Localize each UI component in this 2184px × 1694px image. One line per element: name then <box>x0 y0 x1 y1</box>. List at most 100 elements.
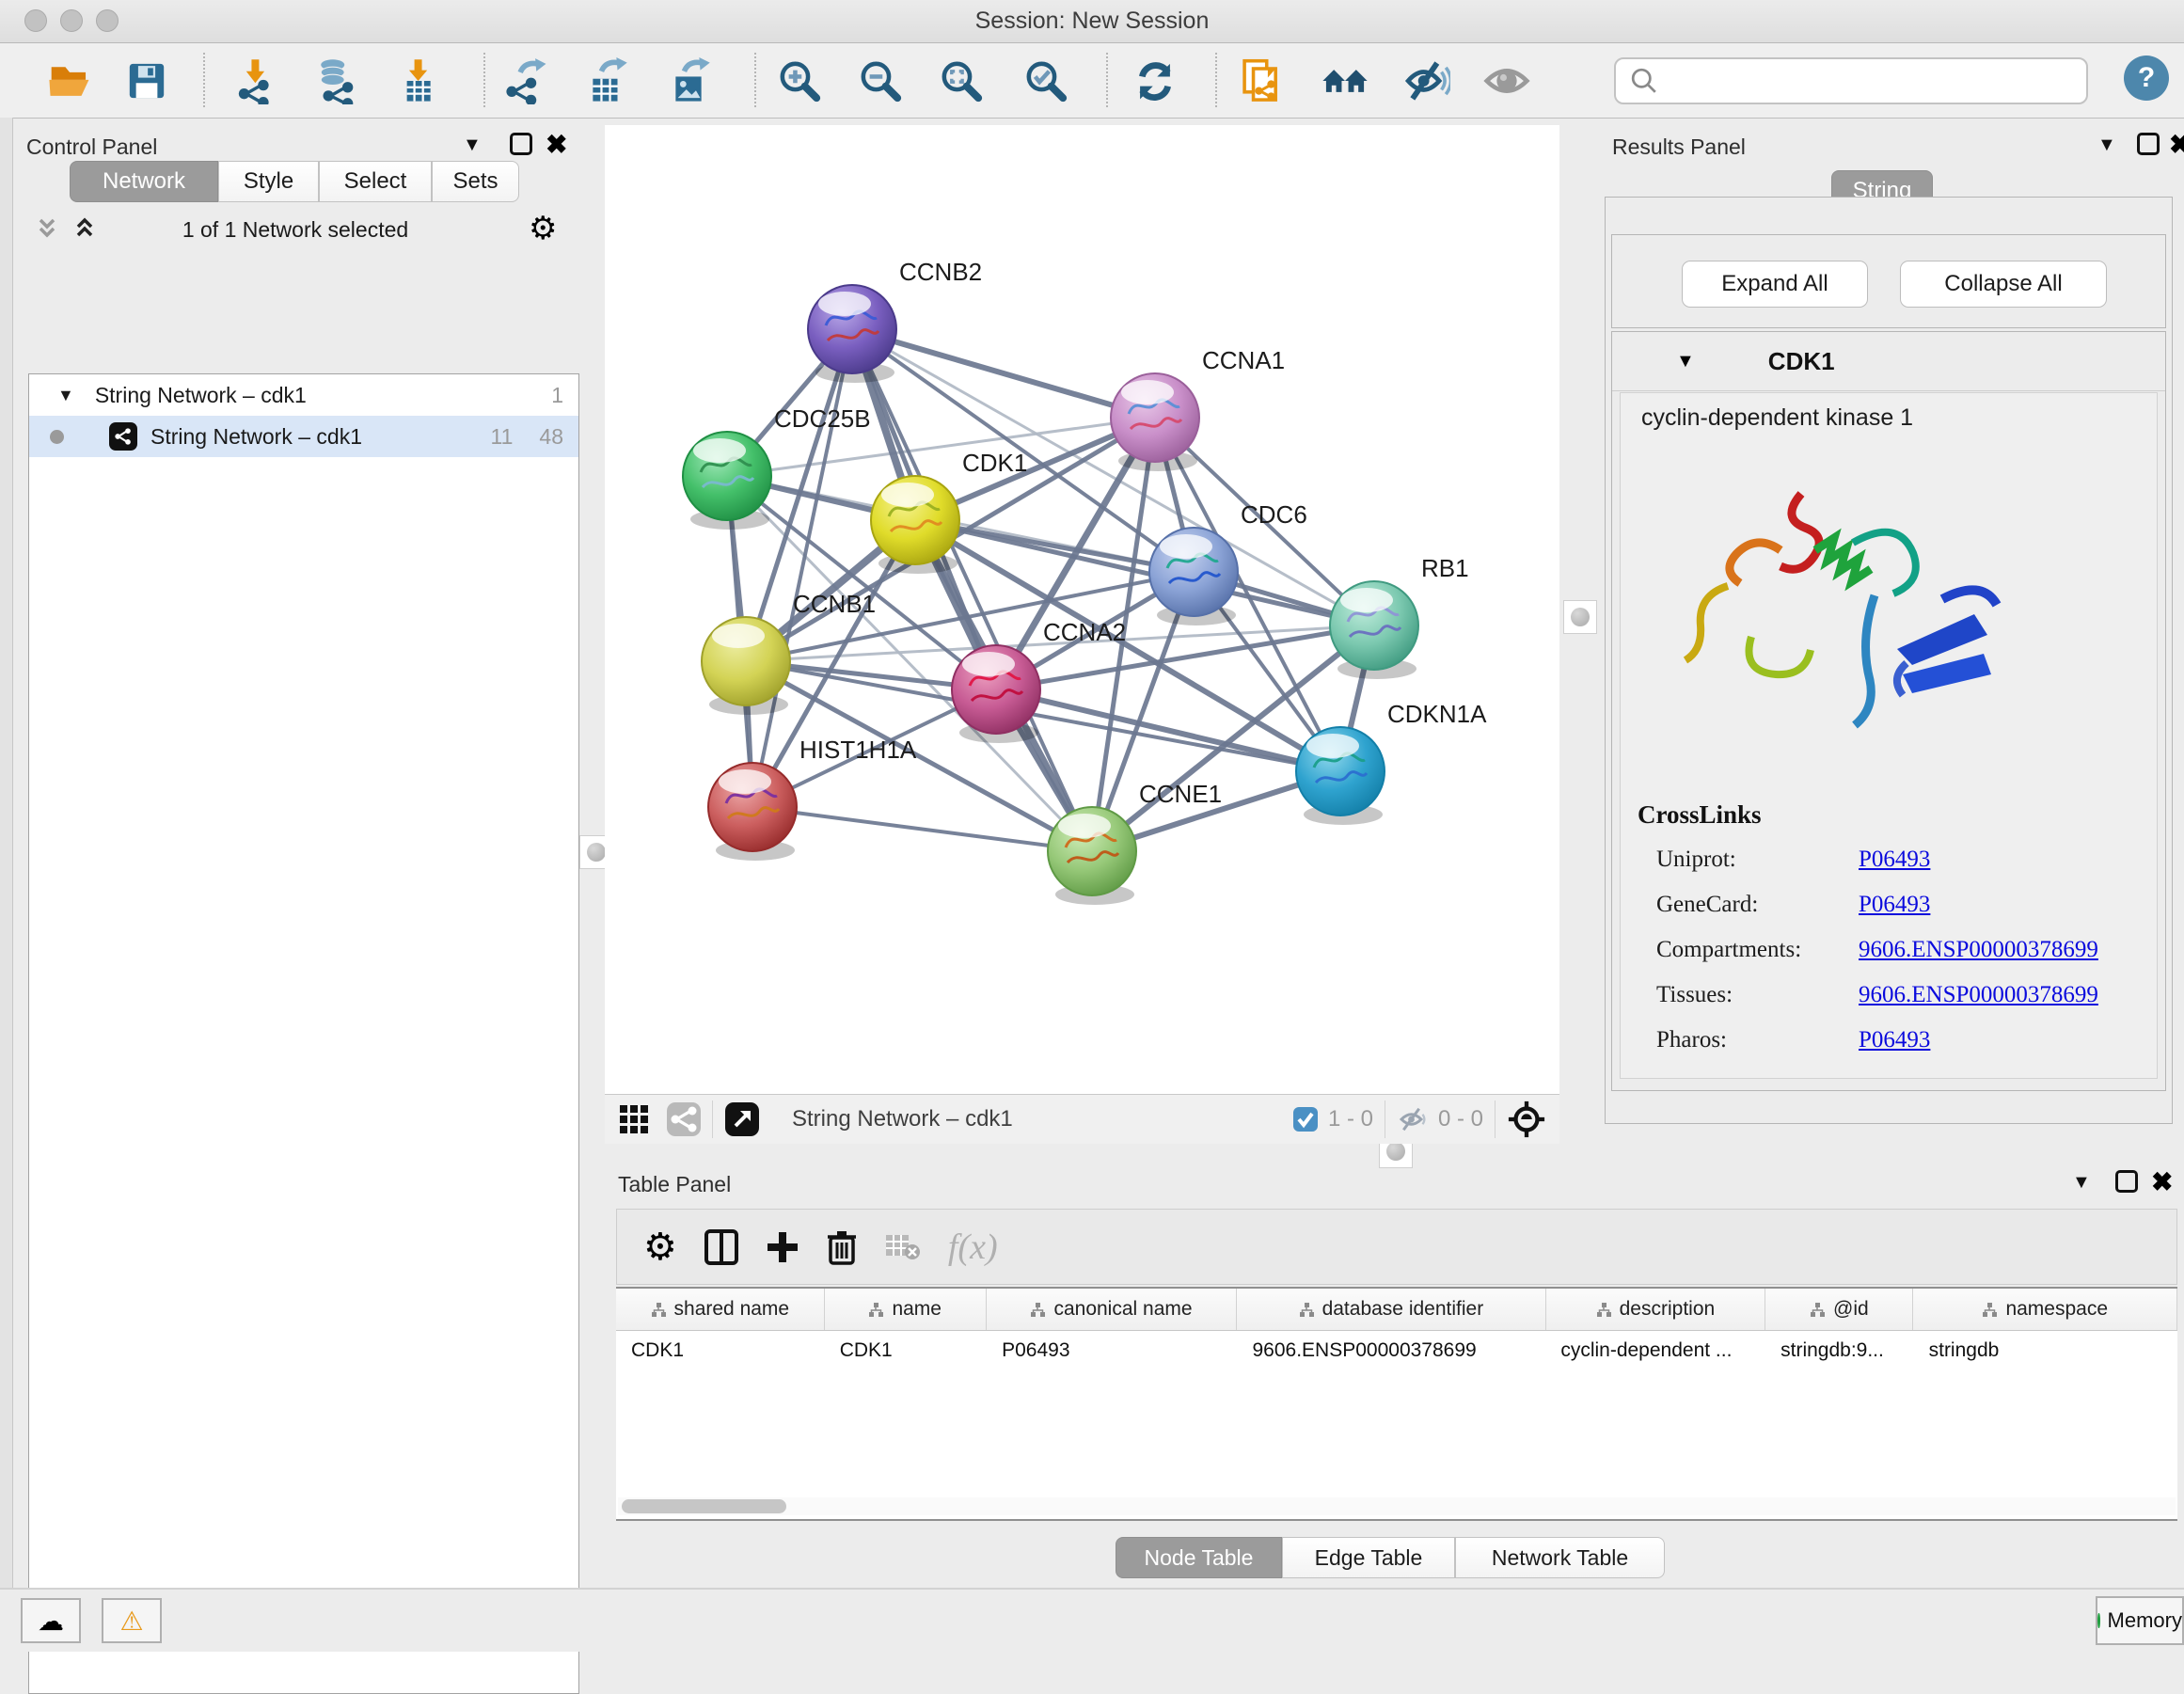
network-node-cdkn1a[interactable]: CDKN1A <box>1296 700 1487 825</box>
column-type-icon <box>651 1302 667 1318</box>
table-row[interactable]: CDK1 CDK1 P06493 9606.ENSP00000378699 cy… <box>616 1331 2177 1370</box>
crosslink-label: Pharos: <box>1656 1027 1859 1053</box>
network-node-ccna1[interactable]: CCNA1 <box>1111 346 1285 471</box>
export-network-button[interactable] <box>500 55 553 107</box>
panel-close-icon[interactable]: ✖ <box>546 129 567 160</box>
zoom-out-button[interactable] <box>854 55 907 107</box>
network-node-cdc25b[interactable]: CDC25B <box>683 404 871 530</box>
import-network-database-button[interactable] <box>309 55 361 107</box>
network-selected-status: 1 of 1 Network selected <box>13 217 578 243</box>
tab-edge-table[interactable]: Edge Table <box>1282 1537 1455 1578</box>
memory-button[interactable]: Memory <box>2096 1596 2184 1645</box>
export-image-button[interactable] <box>662 55 715 107</box>
cell-description[interactable]: cyclin-dependent ... <box>1545 1339 1765 1362</box>
crosslink-link[interactable]: P06493 <box>1859 847 1930 873</box>
open-in-window-button[interactable] <box>724 1101 760 1137</box>
network-from-annotation-button[interactable] <box>1236 55 1289 107</box>
show-columns-button[interactable] <box>704 1228 739 1266</box>
network-options-gear-icon[interactable]: ⚙ <box>529 210 557 247</box>
cell-id[interactable]: stringdb:9... <box>1765 1339 1913 1362</box>
column-header[interactable]: database identifier <box>1237 1289 1545 1330</box>
network-node-ccnb1[interactable]: CCNB1 <box>702 590 876 715</box>
panel-close-icon[interactable]: ✖ <box>2169 129 2184 160</box>
network-edge-count: 48 <box>539 424 563 450</box>
refresh-button[interactable] <box>1129 55 1181 107</box>
panel-collapse-icon[interactable]: ▼ <box>2097 135 2116 156</box>
crosslink-link[interactable]: P06493 <box>1859 892 1930 918</box>
cell-database-identifier[interactable]: 9606.ENSP00000378699 <box>1237 1339 1545 1362</box>
cell-shared-name[interactable]: CDK1 <box>616 1339 825 1362</box>
tab-select[interactable]: Select <box>319 161 432 202</box>
network-node-hist1h1a[interactable]: HIST1H1A <box>708 736 917 861</box>
save-session-button[interactable] <box>120 55 173 107</box>
fit-selected-crosshair-icon[interactable] <box>1507 1100 1546 1139</box>
panel-close-icon[interactable]: ✖ <box>2151 1166 2173 1197</box>
panel-collapse-icon[interactable]: ▼ <box>2072 1172 2091 1194</box>
import-table-file-button[interactable] <box>391 55 444 107</box>
zoom-selected-button[interactable] <box>1020 55 1072 107</box>
panel-float-icon[interactable] <box>2115 1170 2138 1193</box>
tab-style[interactable]: Style <box>218 161 319 202</box>
column-header[interactable]: name <box>825 1289 987 1330</box>
add-column-button[interactable] <box>766 1230 799 1264</box>
collection-expand-icon[interactable]: ▼ <box>57 386 74 405</box>
network-node-ccne1[interactable]: CCNE1 <box>1048 780 1222 905</box>
open-folder-icon <box>46 57 93 104</box>
column-header[interactable]: namespace <box>1913 1289 2177 1330</box>
tab-network-table[interactable]: Network Table <box>1455 1537 1665 1578</box>
tab-sets[interactable]: Sets <box>432 161 519 202</box>
delete-column-button[interactable] <box>826 1228 858 1266</box>
gene-collapse-icon[interactable]: ▼ <box>1676 351 1695 372</box>
zoom-in-button[interactable] <box>773 55 826 107</box>
crosslink-link[interactable]: 9606.ENSP00000378699 <box>1859 937 2098 963</box>
collection-label: String Network – cdk1 <box>95 383 307 408</box>
crosslink-link[interactable]: P06493 <box>1859 1027 1930 1053</box>
right-splitter-handle[interactable] <box>1563 600 1597 634</box>
panel-float-icon[interactable] <box>2137 133 2160 155</box>
panel-collapse-icon[interactable]: ▼ <box>463 135 482 156</box>
help-button[interactable]: ? <box>2124 55 2169 101</box>
column-header[interactable]: shared name <box>616 1289 825 1330</box>
share-network-button[interactable] <box>667 1102 701 1136</box>
network-graph[interactable]: CCNB2CCNA1CDC25BCDK1CDC6RB1CCNB1CCNA2CDK… <box>605 125 1559 1094</box>
zoom-fit-button[interactable] <box>935 55 988 107</box>
selected-checkbox-icon[interactable] <box>1292 1106 1319 1132</box>
network-collection-row[interactable]: ▼ String Network – cdk1 1 <box>29 374 578 416</box>
tab-network[interactable]: Network <box>70 161 218 202</box>
network-node-rb1[interactable]: RB1 <box>1330 554 1469 679</box>
first-neighbors-button[interactable] <box>1319 55 1371 107</box>
warnings-button[interactable]: ⚠ <box>102 1598 162 1643</box>
show-all-button[interactable] <box>1480 55 1533 107</box>
main-toolbar: ? <box>0 43 2184 119</box>
network-edge[interactable] <box>752 807 1092 851</box>
hide-selected-button[interactable] <box>1400 55 1452 107</box>
birdseye-view-button[interactable] <box>618 1103 650 1135</box>
cell-canonical-name[interactable]: P06493 <box>987 1339 1237 1362</box>
tab-node-table[interactable]: Node Table <box>1116 1537 1282 1578</box>
search-input[interactable] <box>1663 58 2086 103</box>
table-horizontal-scrollbar[interactable] <box>618 1497 2176 1515</box>
column-header[interactable]: description <box>1546 1289 1766 1330</box>
network-edge[interactable] <box>852 329 1155 418</box>
network-row[interactable]: String Network – cdk1 11 48 <box>29 416 578 457</box>
column-header[interactable]: @id <box>1765 1289 1913 1330</box>
cloud-status-button[interactable]: ☁ <box>21 1598 81 1643</box>
scrollbar-thumb[interactable] <box>622 1499 786 1513</box>
open-session-button[interactable] <box>43 55 96 107</box>
cell-name[interactable]: CDK1 <box>825 1339 987 1362</box>
eye-icon <box>1482 56 1531 105</box>
column-header[interactable]: canonical name <box>987 1289 1238 1330</box>
gene-section-header[interactable]: ▼ CDK1 <box>1612 332 2165 391</box>
panel-float-icon[interactable] <box>510 133 532 155</box>
network-canvas[interactable]: CCNB2CCNA1CDC25BCDK1CDC6RB1CCNB1CCNA2CDK… <box>605 125 1559 1094</box>
network-edge[interactable] <box>852 329 1374 625</box>
table-options-gear-icon[interactable]: ⚙ <box>643 1226 677 1269</box>
import-network-file-button[interactable] <box>229 55 282 107</box>
toolbar-separator <box>1106 53 1108 107</box>
cell-namespace[interactable]: stringdb <box>1914 1339 2177 1362</box>
collapse-all-button[interactable]: Collapse All <box>1900 261 2107 308</box>
crosslink-link[interactable]: 9606.ENSP00000378699 <box>1859 982 2098 1008</box>
export-table-button[interactable] <box>579 55 632 107</box>
expand-all-button[interactable]: Expand All <box>1682 261 1868 308</box>
network-node-ccnb2[interactable]: CCNB2 <box>808 258 982 383</box>
